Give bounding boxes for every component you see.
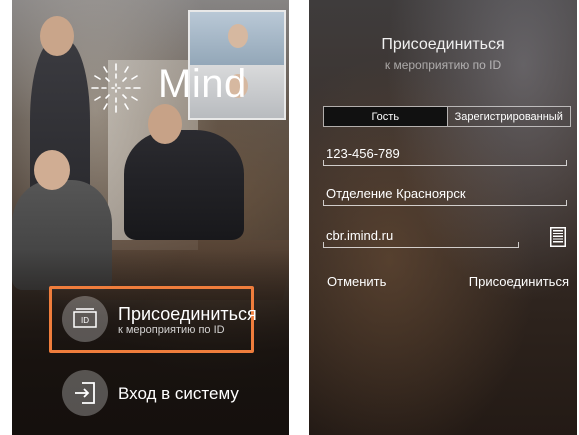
id-icon-text: ID xyxy=(81,316,89,325)
start-screen: Mind ID Присоединиться к мероприятию по … xyxy=(12,0,289,435)
background-person-head xyxy=(148,104,182,144)
background-person-head xyxy=(40,16,74,56)
qr-code-icon[interactable] xyxy=(549,226,567,248)
join-subtitle[interactable]: к мероприятию по ID xyxy=(118,324,225,336)
join-button[interactable]: Присоединиться xyxy=(469,274,569,289)
user-type-segmented-control: Гость Зарегистрированный xyxy=(323,106,571,127)
tab-guest[interactable]: Гость xyxy=(324,107,447,126)
join-by-id-button[interactable]: ID xyxy=(62,296,108,342)
cancel-button[interactable]: Отменить xyxy=(327,274,386,289)
join-title[interactable]: Присоединиться xyxy=(118,304,257,325)
join-screen-title: Присоединиться xyxy=(381,36,505,53)
background-person-head xyxy=(34,150,70,190)
conference-id-field[interactable]: 123-456-789 xyxy=(323,144,567,166)
join-screen: Присоединиться к мероприятию по ID Гость… xyxy=(309,0,577,435)
id-card-icon: ID xyxy=(73,308,97,328)
login-label[interactable]: Вход в систему xyxy=(118,384,239,404)
join-screen-subtitle: к мероприятию по ID xyxy=(384,58,502,72)
server-value: cbr.imind.ru xyxy=(326,228,394,243)
mind-logo-icon xyxy=(91,63,141,113)
display-name-field[interactable]: Отделение Красноярск xyxy=(323,184,567,206)
server-field[interactable]: cbr.imind.ru xyxy=(323,226,519,248)
mind-logo-text: Mind xyxy=(158,62,247,106)
conference-id-value: 123-456-789 xyxy=(326,146,400,161)
tab-registered[interactable]: Зарегистрированный xyxy=(446,107,570,126)
background-person xyxy=(124,130,244,240)
login-button[interactable] xyxy=(62,370,108,416)
login-arrow-icon xyxy=(75,382,95,404)
display-name-value: Отделение Красноярск xyxy=(326,186,466,201)
